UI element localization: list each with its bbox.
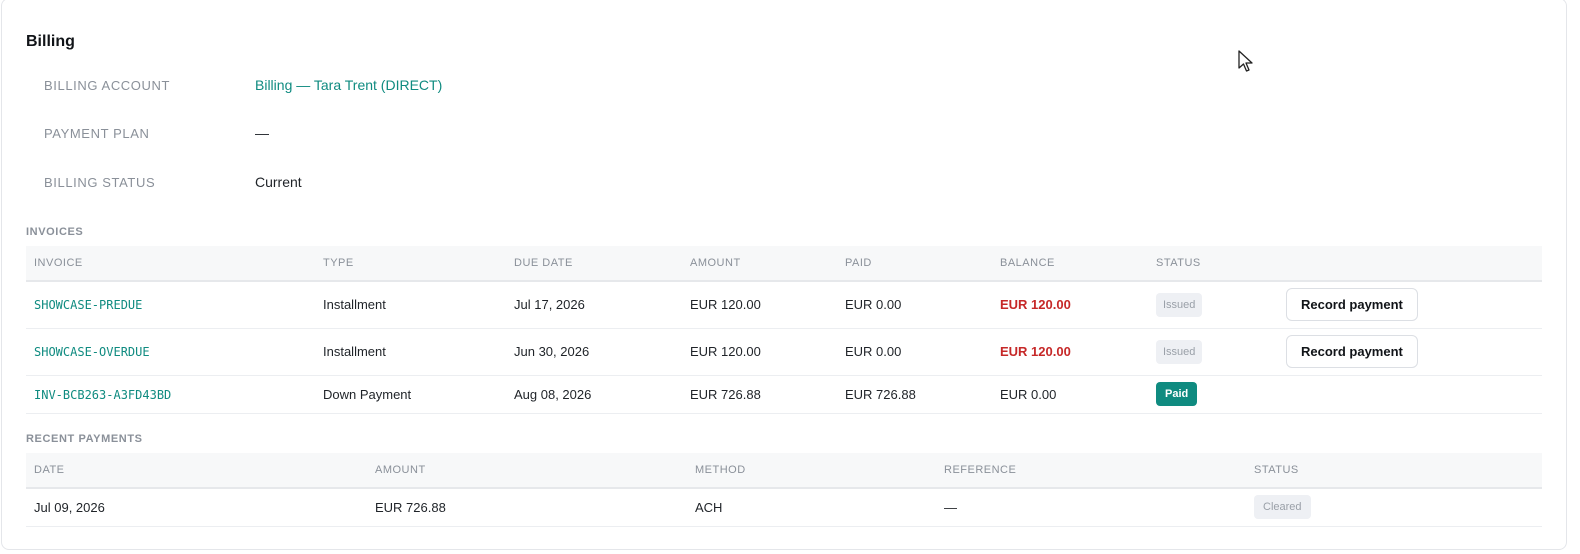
invoice-paid: EUR 0.00 bbox=[837, 281, 992, 329]
payment-plan-label: PAYMENT PLAN bbox=[44, 125, 150, 141]
payment-plan-row: PAYMENT PLAN — bbox=[44, 123, 269, 143]
record-payment-button[interactable]: Record payment bbox=[1286, 335, 1418, 368]
payment-method: ACH bbox=[687, 488, 936, 527]
invoice-due-date: Jul 17, 2026 bbox=[506, 281, 682, 329]
row-actions-empty bbox=[1278, 375, 1542, 414]
col-type: TYPE bbox=[315, 246, 506, 282]
payment-amount: EUR 726.88 bbox=[367, 488, 687, 527]
table-row: Jul 09, 2026 EUR 726.88 ACH — Cleared bbox=[26, 488, 1542, 527]
invoice-amount: EUR 120.00 bbox=[682, 281, 837, 329]
status-badge: Cleared bbox=[1254, 495, 1311, 520]
col-balance: BALANCE bbox=[992, 246, 1148, 282]
col-paid: PAID bbox=[837, 246, 992, 282]
invoice-type: Installment bbox=[315, 281, 506, 329]
status-badge: Issued bbox=[1156, 292, 1203, 317]
payments-table: DATE AMOUNT METHOD REFERENCE STATUS Jul … bbox=[26, 453, 1542, 527]
col-status: STATUS bbox=[1246, 453, 1542, 489]
invoice-due-date: Jun 30, 2026 bbox=[506, 328, 682, 376]
invoice-balance: EUR 120.00 bbox=[1000, 344, 1071, 359]
billing-status-value: Current bbox=[255, 174, 302, 190]
col-amount: AMOUNT bbox=[367, 453, 687, 489]
col-actions bbox=[1278, 246, 1542, 282]
payment-date: Jul 09, 2026 bbox=[26, 488, 367, 527]
col-reference: REFERENCE bbox=[936, 453, 1246, 489]
invoice-due-date: Aug 08, 2026 bbox=[506, 375, 682, 414]
mouse-pointer-icon bbox=[1238, 50, 1253, 72]
payment-plan-value: — bbox=[255, 125, 269, 141]
col-method: METHOD bbox=[687, 453, 936, 489]
col-due-date: DUE DATE bbox=[506, 246, 682, 282]
table-row: SHOWCASE-OVERDUE Installment Jun 30, 202… bbox=[26, 328, 1542, 376]
table-row: INV-BCB263-A3FD43BD Down Payment Aug 08,… bbox=[26, 375, 1542, 414]
billing-account-row: BILLING ACCOUNT Billing — Tara Trent (DI… bbox=[44, 75, 442, 95]
record-payment-button[interactable]: Record payment bbox=[1286, 288, 1418, 322]
invoice-type: Down Payment bbox=[315, 375, 506, 414]
col-status: STATUS bbox=[1148, 246, 1278, 282]
invoice-paid: EUR 726.88 bbox=[837, 375, 992, 414]
invoice-link[interactable]: INV-BCB263-A3FD43BD bbox=[34, 388, 171, 402]
invoice-amount: EUR 726.88 bbox=[682, 375, 837, 414]
invoice-link[interactable]: SHOWCASE-OVERDUE bbox=[34, 345, 150, 359]
col-date: DATE bbox=[26, 453, 367, 489]
section-title: Billing bbox=[26, 33, 75, 50]
invoice-paid: EUR 0.00 bbox=[837, 328, 992, 376]
billing-account-label: BILLING ACCOUNT bbox=[44, 77, 171, 93]
invoice-balance: EUR 0.00 bbox=[992, 375, 1148, 414]
invoices-table: INVOICE TYPE DUE DATE AMOUNT PAID BALANC… bbox=[26, 246, 1542, 414]
col-invoice: INVOICE bbox=[26, 246, 315, 282]
invoice-amount: EUR 120.00 bbox=[682, 328, 837, 376]
billing-status-row: BILLING STATUS Current bbox=[44, 172, 302, 192]
invoices-header-row: INVOICE TYPE DUE DATE AMOUNT PAID BALANC… bbox=[26, 246, 1542, 282]
payment-reference: — bbox=[936, 488, 1246, 527]
invoice-type: Installment bbox=[315, 328, 506, 376]
invoice-link[interactable]: SHOWCASE-PREDUE bbox=[34, 298, 142, 312]
table-row: SHOWCASE-PREDUE Installment Jul 17, 2026… bbox=[26, 281, 1542, 329]
invoice-balance: EUR 120.00 bbox=[1000, 297, 1071, 313]
billing-status-label: BILLING STATUS bbox=[44, 174, 156, 190]
col-amount: AMOUNT bbox=[682, 246, 837, 282]
recent-payments-heading: RECENT PAYMENTS bbox=[26, 433, 143, 445]
billing-card: Billing BILLING ACCOUNT Billing — Tara T… bbox=[1, 0, 1567, 550]
status-badge: Issued bbox=[1156, 339, 1203, 364]
invoices-heading: INVOICES bbox=[26, 226, 84, 238]
payments-header-row: DATE AMOUNT METHOD REFERENCE STATUS bbox=[26, 453, 1542, 489]
billing-account-link[interactable]: Billing — Tara Trent (DIRECT) bbox=[255, 77, 442, 93]
status-badge: Paid bbox=[1156, 382, 1198, 406]
